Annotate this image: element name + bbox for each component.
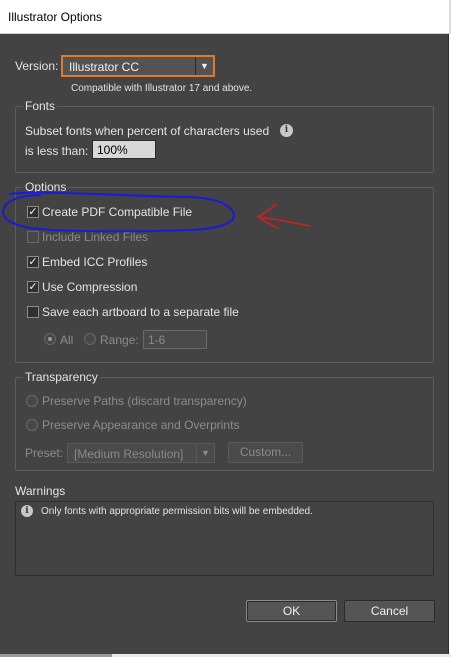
artboards-range-value: 1-6 xyxy=(148,333,166,347)
subset-fonts-text: Subset fonts when percent of characters … xyxy=(25,124,270,138)
preserve-appearance-label: Preserve Appearance and Overprints xyxy=(42,418,240,432)
subset-less-than-label: is less than: xyxy=(25,144,89,158)
artboards-all-radio[interactable] xyxy=(44,333,56,345)
save-artboards-label[interactable]: Save each artboard to a separate file xyxy=(42,305,239,319)
annotation-blue-circle-stroke xyxy=(1,191,236,233)
fonts-legend: Fonts xyxy=(23,99,58,113)
transparency-legend: Transparency xyxy=(23,370,100,384)
window-title: Illustrator Options xyxy=(8,10,103,24)
info-icon[interactable]: i xyxy=(280,124,293,137)
embed-icc-checkbox[interactable]: ✓ xyxy=(27,256,39,268)
save-artboards-checkbox[interactable] xyxy=(27,306,39,318)
annotation-red-arrow-stroke xyxy=(257,203,311,229)
chevron-down-icon: ▼ xyxy=(196,444,214,462)
version-compat-note: Compatible with Illustrator 17 and above… xyxy=(71,83,253,94)
illustrator-options-dialog: Version: Illustrator CC ▼ Compatible wit… xyxy=(0,34,449,654)
use-compression-checkbox[interactable]: ✓ xyxy=(27,281,39,293)
artboards-range-field[interactable]: 1-6 xyxy=(143,330,207,349)
preset-label: Preset: xyxy=(25,446,64,460)
fonts-group xyxy=(15,106,434,173)
artboards-all-label: All xyxy=(60,333,74,347)
info-icon: i xyxy=(21,505,33,517)
preset-select-value: [Medium Resolution] xyxy=(74,447,184,461)
title-bar: Illustrator Options xyxy=(0,0,451,34)
artboards-range-radio[interactable] xyxy=(84,333,96,345)
embed-icc-label[interactable]: Embed ICC Profiles xyxy=(42,255,147,269)
subset-percent-value: 100% xyxy=(97,143,128,157)
warning-message: Only fonts with appropriate permission b… xyxy=(41,506,313,517)
subset-percent-field[interactable]: 100% xyxy=(92,140,156,159)
chevron-down-icon: ▼ xyxy=(195,57,213,75)
preserve-paths-label: Preserve Paths (discard transparency) xyxy=(42,394,247,408)
annotation-overlay xyxy=(1,191,311,233)
preserve-appearance-radio[interactable] xyxy=(26,419,38,431)
version-label: Version: xyxy=(15,59,59,73)
cancel-button[interactable]: Cancel xyxy=(344,600,435,622)
version-select-value: Illustrator CC xyxy=(69,60,140,74)
ok-button[interactable]: OK xyxy=(246,600,337,622)
preserve-paths-radio[interactable] xyxy=(26,395,38,407)
version-select[interactable]: Illustrator CC ▼ xyxy=(61,55,215,77)
custom-button[interactable]: Custom... xyxy=(228,442,303,463)
warnings-label: Warnings xyxy=(15,484,66,498)
use-compression-label[interactable]: Use Compression xyxy=(42,280,137,294)
artboards-range-label: Range: xyxy=(100,333,139,347)
preset-select[interactable]: [Medium Resolution] ▼ xyxy=(67,443,215,463)
